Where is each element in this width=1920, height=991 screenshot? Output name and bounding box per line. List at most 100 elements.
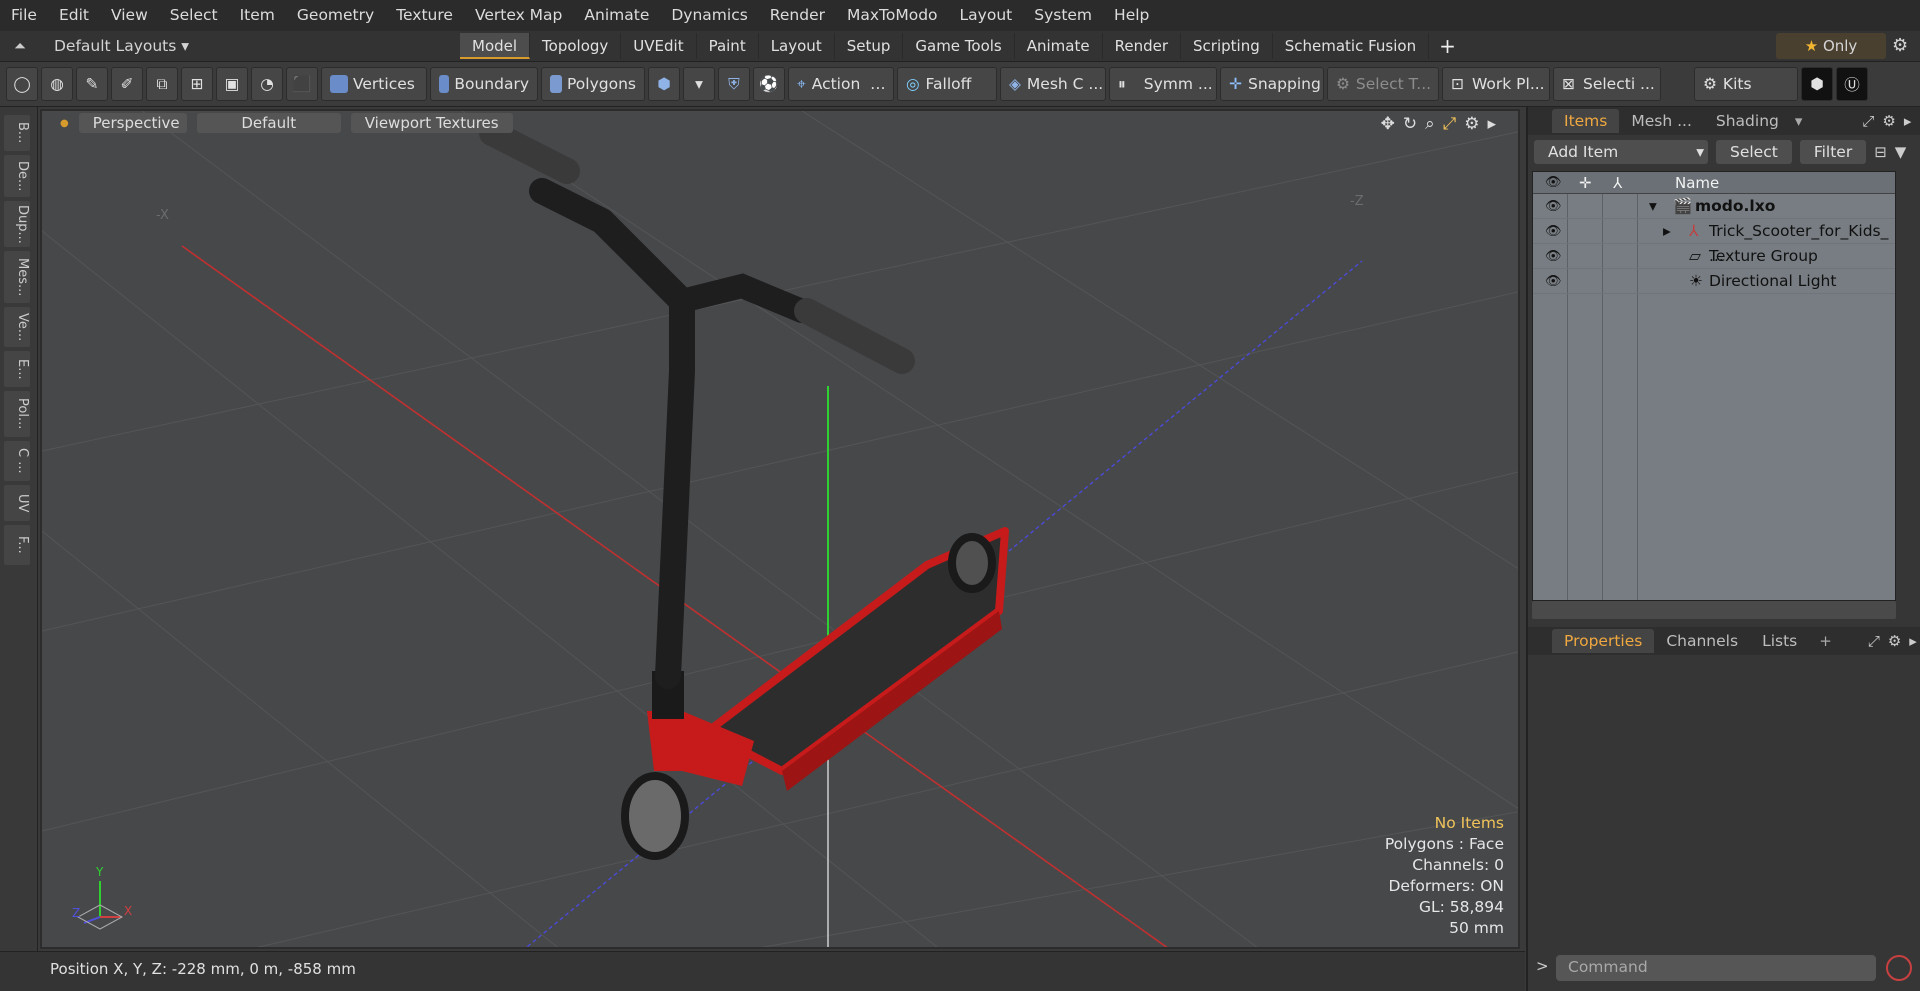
zoom-icon[interactable]: ⌕: [1425, 114, 1435, 134]
pan-icon[interactable]: ✥: [1381, 114, 1395, 134]
falloff-button[interactable]: ◎ Falloff: [897, 67, 997, 101]
mesh-constraint-button[interactable]: ◈ Mesh C ...: [1000, 67, 1106, 101]
filter-button[interactable]: Filter: [1799, 140, 1867, 164]
item-row-light[interactable]: 👁 ☀ Directional Light: [1533, 269, 1895, 294]
item-list-scrollbar[interactable]: [1532, 601, 1896, 619]
visibility-toggle-icon[interactable]: 👁: [1545, 194, 1562, 219]
texture-mode-button[interactable]: Viewport Textures: [350, 113, 513, 133]
shading-mode-button[interactable]: Default: [196, 113, 341, 133]
add-tab-icon[interactable]: +: [1819, 632, 1832, 650]
menu-item[interactable]: Item: [229, 0, 286, 31]
visibility-toggle-icon[interactable]: 👁: [1545, 244, 1562, 269]
snapping-button[interactable]: ✛ Snapping: [1220, 67, 1324, 101]
boundary-button[interactable]: Boundary: [430, 67, 538, 101]
layout-selector[interactable]: Default Layouts ▾: [40, 37, 460, 55]
tab-layout[interactable]: Layout: [759, 33, 835, 59]
tool-tab-vertex[interactable]: Ve...: [4, 307, 30, 347]
unity-icon[interactable]: ⬢: [1801, 67, 1833, 101]
tool-tab-polygon[interactable]: Pol...: [4, 391, 30, 437]
frame-icon[interactable]: ▣: [216, 67, 248, 101]
shield-icon[interactable]: ⛨: [718, 67, 750, 101]
menu-edit[interactable]: Edit: [48, 0, 100, 31]
visibility-toggle-icon[interactable]: 👁: [1545, 219, 1562, 244]
menu-select[interactable]: Select: [159, 0, 229, 31]
expand-icon[interactable]: ⤢: [1868, 632, 1880, 650]
tool-tab-curve[interactable]: C ...: [4, 441, 30, 481]
grid-icon[interactable]: ⊞: [181, 67, 213, 101]
maximize-icon[interactable]: ⤢: [1443, 114, 1457, 134]
tool-tab-basic[interactable]: B...: [4, 115, 30, 151]
tab-render[interactable]: Render: [1103, 33, 1182, 59]
tab-animate[interactable]: Animate: [1015, 33, 1103, 59]
item-row-mesh[interactable]: 👁 ▸ ⅄ Trick_Scooter_for_Kids_ ...: [1533, 219, 1895, 265]
tool-tab-fusion[interactable]: F...: [4, 525, 30, 565]
collapse-icon[interactable]: ⊟: [1874, 143, 1887, 161]
gear-icon[interactable]: ⚙: [1882, 112, 1895, 130]
menu-render[interactable]: Render: [759, 0, 836, 31]
item-row-scene[interactable]: 👁 ▾ 🎬 modo.lxo: [1533, 194, 1895, 219]
tab-items[interactable]: Items: [1552, 109, 1620, 133]
select-circle-icon[interactable]: ◯: [6, 67, 38, 101]
tab-setup[interactable]: Setup: [835, 33, 904, 59]
play-icon[interactable]: ▸: [1487, 114, 1496, 134]
tab-properties[interactable]: Properties: [1552, 629, 1655, 653]
action-button[interactable]: ⌖ Action …: [788, 67, 894, 101]
lasso-icon[interactable]: ✐: [111, 67, 143, 101]
gear-icon[interactable]: ⚙: [1892, 35, 1908, 56]
settings-icon[interactable]: ⚙: [1464, 114, 1479, 134]
item-mode-icon[interactable]: ⬢: [648, 67, 680, 101]
sphere-icon[interactable]: ◔: [251, 67, 283, 101]
view-mode-button[interactable]: Perspective: [78, 113, 187, 133]
globe-icon[interactable]: ◍: [41, 67, 73, 101]
tool-tab-edge[interactable]: E...: [4, 351, 30, 387]
expand-icon[interactable]: ⤢: [1862, 112, 1874, 130]
menu-geometry[interactable]: Geometry: [286, 0, 385, 31]
menu-help[interactable]: Help: [1103, 0, 1160, 31]
tool-tab-duplicate[interactable]: Dup...: [4, 201, 30, 247]
tab-shading[interactable]: Shading: [1704, 109, 1791, 133]
menu-system[interactable]: System: [1023, 0, 1103, 31]
tool-tab-deform[interactable]: De...: [4, 155, 30, 197]
chevron-down-icon[interactable]: ▾: [1795, 112, 1803, 130]
work-plane-button[interactable]: ⊡ Work Pl...: [1442, 67, 1550, 101]
menu-layout[interactable]: Layout: [949, 0, 1024, 31]
menu-animate[interactable]: Animate: [573, 0, 660, 31]
menu-dynamics[interactable]: Dynamics: [660, 0, 758, 31]
rotate-icon[interactable]: ↻: [1403, 114, 1417, 134]
visibility-toggle-icon[interactable]: 👁: [1545, 269, 1562, 294]
name-column-header[interactable]: Name: [1675, 172, 1719, 194]
menu-file[interactable]: File: [0, 0, 48, 31]
soccer-icon[interactable]: ⚽: [753, 67, 785, 101]
menu-maxtomodo[interactable]: MaxToModo: [836, 0, 949, 31]
item-row-texture-group[interactable]: 👁 ▱ Texture Group: [1533, 244, 1895, 269]
tab-scripting[interactable]: Scripting: [1181, 33, 1273, 59]
funnel-icon[interactable]: ▼: [1895, 143, 1907, 161]
kits-button[interactable]: ⚙ Kits: [1694, 67, 1798, 101]
3d-viewport[interactable]: -X -Z Y X Z ● Perspective Default Viewpo…: [40, 109, 1520, 949]
command-input[interactable]: Command: [1556, 955, 1876, 981]
symmetry-button[interactable]: ⏸ Symm ...: [1109, 67, 1217, 101]
layout-up-icon[interactable]: ⏶: [0, 37, 40, 55]
polygons-button[interactable]: Polygons: [541, 67, 645, 101]
select-through-button[interactable]: ⚙ Select T...: [1327, 67, 1439, 101]
tab-model[interactable]: Model: [460, 33, 531, 59]
viewport-dot-icon[interactable]: ●: [60, 118, 69, 129]
collapse-arrow-icon[interactable]: ▸: [1663, 219, 1671, 244]
tab-lists[interactable]: Lists: [1750, 629, 1809, 653]
menu-view[interactable]: View: [100, 0, 159, 31]
gear-icon[interactable]: ⚙: [1888, 632, 1901, 650]
tab-schematic-fusion[interactable]: Schematic Fusion: [1273, 33, 1430, 59]
select-button[interactable]: Select: [1716, 140, 1792, 164]
chevron-down-icon[interactable]: ▾: [683, 67, 715, 101]
add-item-button[interactable]: Add Item ▾: [1534, 140, 1708, 164]
tool-tab-mesh[interactable]: Mes...: [4, 251, 30, 303]
tab-topology[interactable]: Topology: [530, 33, 622, 59]
tab-mesh[interactable]: Mesh ...: [1619, 109, 1704, 133]
arrow-right-icon[interactable]: ▸: [1904, 112, 1912, 130]
pen-icon[interactable]: ✎: [76, 67, 108, 101]
tab-channels[interactable]: Channels: [1654, 629, 1750, 653]
vertices-button[interactable]: Vertices: [321, 67, 427, 101]
menu-vertex-map[interactable]: Vertex Map: [464, 0, 573, 31]
arrow-right-icon[interactable]: ▸: [1909, 632, 1917, 650]
add-tab-icon[interactable]: +: [1429, 34, 1466, 58]
